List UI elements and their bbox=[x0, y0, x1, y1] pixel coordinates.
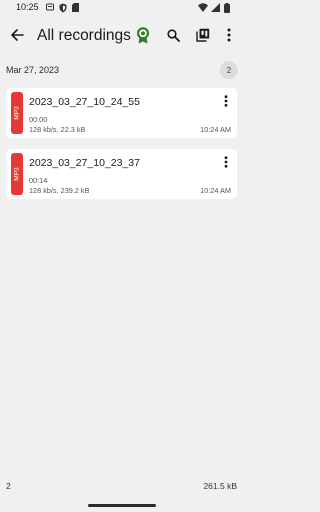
message-notification-icon bbox=[46, 3, 54, 11]
library-button[interactable] bbox=[194, 26, 212, 44]
page-title: All recordings bbox=[37, 27, 131, 44]
format-label: MP3 bbox=[13, 167, 21, 181]
recording-item[interactable]: MP3 2023_03_27_10_23_37 00:14 128 kb/s, … bbox=[6, 149, 237, 199]
wifi-icon bbox=[198, 3, 208, 12]
recording-item[interactable]: MP3 2023_03_27_10_24_55 00:00 128 kb/s, … bbox=[6, 88, 237, 138]
recording-name: 2023_03_27_10_24_55 bbox=[29, 96, 140, 108]
back-arrow-icon bbox=[11, 29, 24, 41]
battery-icon bbox=[224, 3, 230, 13]
library-icon bbox=[196, 28, 210, 42]
recording-name: 2023_03_27_10_23_37 bbox=[29, 157, 140, 169]
recording-duration: 00:00 bbox=[29, 115, 48, 124]
more-vertical-icon bbox=[224, 156, 228, 168]
date-group-header: Mar 27, 2023 2 bbox=[0, 60, 243, 80]
search-icon bbox=[166, 28, 180, 42]
format-badge: MP3 bbox=[11, 92, 23, 134]
group-date: Mar 27, 2023 bbox=[6, 65, 60, 75]
app-bar: All recordings bbox=[0, 18, 243, 54]
recording-time: 10:24 AM bbox=[200, 186, 231, 195]
recording-time: 10:24 AM bbox=[200, 125, 231, 134]
recording-details: 128 kb/s, 239.2 kB bbox=[29, 186, 90, 195]
recording-details: 128 kb/s, 22.3 kB bbox=[29, 125, 86, 134]
overflow-menu-button[interactable] bbox=[223, 26, 235, 44]
recording-menu-button[interactable] bbox=[221, 155, 231, 169]
format-label: MP3 bbox=[13, 106, 21, 120]
navigation-gesture-bar[interactable] bbox=[88, 504, 156, 507]
status-bar: 10:25 bbox=[0, 0, 243, 16]
group-count-badge: 2 bbox=[220, 61, 238, 79]
search-button[interactable] bbox=[164, 26, 182, 44]
footer-recording-count: 2 bbox=[6, 481, 11, 491]
shield-notification-icon bbox=[59, 3, 67, 13]
sd-card-icon bbox=[72, 3, 79, 12]
recording-menu-button[interactable] bbox=[221, 94, 231, 108]
award-button[interactable] bbox=[134, 25, 152, 45]
format-badge: MP3 bbox=[11, 153, 23, 195]
status-time: 10:25 bbox=[16, 2, 39, 12]
award-icon bbox=[137, 26, 149, 43]
footer-total-size: 261.5 kB bbox=[203, 481, 237, 491]
back-button[interactable] bbox=[8, 26, 26, 44]
recording-duration: 00:14 bbox=[29, 176, 48, 185]
cellular-signal-icon bbox=[211, 3, 220, 12]
more-vertical-icon bbox=[227, 28, 231, 42]
more-vertical-icon bbox=[224, 95, 228, 107]
